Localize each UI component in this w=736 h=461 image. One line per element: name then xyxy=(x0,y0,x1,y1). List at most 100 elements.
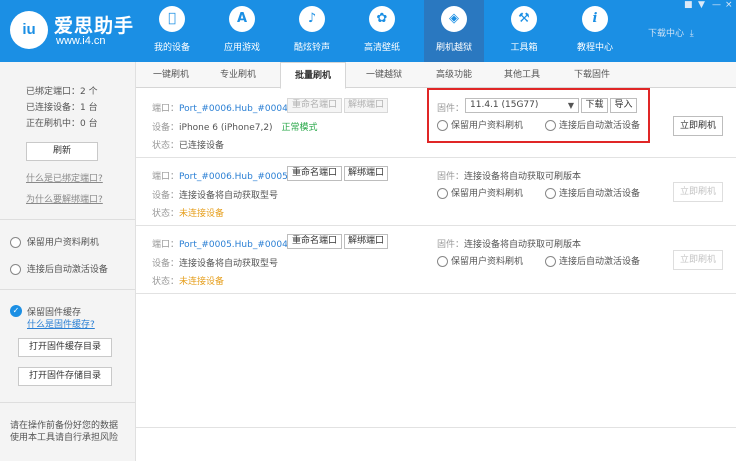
radio-icon[interactable] xyxy=(437,256,448,267)
download-center-label: 下载中心 xyxy=(648,29,685,39)
tab-jailbreak[interactable]: 一键越狱 xyxy=(352,62,416,88)
tab-pro-flash[interactable]: 专业刷机 xyxy=(208,62,268,88)
nav-label: 教程中心 xyxy=(576,43,613,53)
firmware-label: 固件： xyxy=(437,172,465,182)
app-title: 爱思助手 xyxy=(54,15,135,37)
radio-icon[interactable] xyxy=(545,256,556,267)
divider xyxy=(0,219,135,220)
device-model: 连接设备将自动获取型号 xyxy=(179,191,279,201)
nav-tutorials[interactable]: i 教程中心 xyxy=(565,0,625,62)
option-keep-data[interactable]: 保留用户资料刷机 xyxy=(437,186,523,199)
tools-icon: ⚒ xyxy=(511,6,537,32)
tab-advanced[interactable]: 高级功能 xyxy=(424,62,484,88)
open-storage-folder-button[interactable]: 打开固件存储目录 xyxy=(18,367,112,386)
bell-icon: ♪ xyxy=(299,6,325,32)
option-label: 保留用户资料刷机 xyxy=(451,189,524,199)
nav-label: 我的设备 xyxy=(153,43,190,53)
dropbox-icon: ◈ xyxy=(441,6,467,32)
tab-download-firmware[interactable]: 下载固件 xyxy=(562,62,622,88)
radio-icon[interactable] xyxy=(545,188,556,199)
tab-one-click-flash[interactable]: 一键刷机 xyxy=(142,62,200,88)
tab-other-tools[interactable]: 其他工具 xyxy=(492,62,552,88)
status-label: 状态： xyxy=(152,141,180,151)
option-label: 连接后自动激活设备 xyxy=(559,189,641,199)
status-line: 状态：未连接设备 xyxy=(152,206,224,219)
nav-label: 高清壁纸 xyxy=(363,43,400,53)
status-label: 状态： xyxy=(152,209,180,219)
flower-icon: ✿ xyxy=(369,6,395,32)
download-center-button[interactable]: 下载中心 ⤓ xyxy=(648,26,694,39)
device-model: 连接设备将自动获取型号 xyxy=(179,259,279,269)
option-keep-data[interactable]: 保留用户资料刷机 xyxy=(437,254,523,267)
status-value: 未连接设备 xyxy=(179,277,225,287)
logo-icon: iu xyxy=(10,11,48,49)
option-label: 保留用户资料刷机 xyxy=(26,238,99,248)
device-model: iPhone 6 (iPhone7,2) xyxy=(179,123,273,133)
close-icon[interactable]: × xyxy=(725,0,733,10)
port-name: Port_#0006.Hub_#0004 xyxy=(179,104,288,114)
highlight-box xyxy=(427,88,650,143)
unbind-port-button[interactable]: 解绑端口 xyxy=(344,166,388,181)
flash-now-button[interactable]: 立即刷机 xyxy=(673,116,723,136)
status-value: 已连接设备 xyxy=(179,141,225,151)
flash-now-button[interactable]: 立即刷机 xyxy=(673,182,723,202)
port-name: Port_#0005.Hub_#0004 xyxy=(179,240,288,250)
nav-label: 酷炫铃声 xyxy=(293,43,330,53)
divider xyxy=(136,225,736,226)
firmware-value: 连接设备将自动获取可刷版本 xyxy=(464,240,582,250)
link-why-unbind-port[interactable]: 为什么要解绑端口? xyxy=(26,192,103,205)
flashing-count: 正在刷机中：0 台 xyxy=(26,119,98,129)
nav-label: 工具箱 xyxy=(510,43,538,53)
option-auto-activate[interactable]: 连接后自动激活设备 xyxy=(545,186,640,199)
port-line: 端口：Port_#0006.Hub_#0004 xyxy=(152,101,288,114)
firmware-line: 固件：连接设备将自动获取可刷版本 xyxy=(437,237,581,250)
firmware-value: 连接设备将自动获取可刷版本 xyxy=(464,172,582,182)
rename-port-button[interactable]: 重命名端口 xyxy=(287,166,342,181)
footer-warning-2: 使用本工具请自行承担风险 xyxy=(10,433,119,443)
link-what-cache[interactable]: 什么是固件缓存? xyxy=(27,317,95,330)
option-keep-data[interactable]: 保留用户资料刷机 xyxy=(10,235,99,248)
tab-bar: 一键刷机 专业刷机 批量刷机 一键越狱 高级功能 其他工具 下载固件 xyxy=(136,62,736,89)
divider xyxy=(136,157,736,158)
device-label: 设备： xyxy=(152,123,180,133)
status-label: 状态： xyxy=(152,277,180,287)
option-label: 连接后自动激活设备 xyxy=(559,257,641,267)
minimize-icon[interactable]: ▼ xyxy=(698,0,705,10)
nav-apps-games[interactable]: A 应用游戏 xyxy=(212,0,272,62)
port-label: 端口： xyxy=(152,104,180,114)
refresh-button[interactable]: 刷新 xyxy=(26,142,98,161)
nav-ringtones[interactable]: ♪ 酷炫铃声 xyxy=(282,0,342,62)
checked-icon[interactable]: ✓ xyxy=(10,305,22,317)
rename-port-button[interactable]: 重命名端口 xyxy=(287,234,342,249)
nav-flash-jailbreak[interactable]: ◈ 刷机越狱 xyxy=(424,0,484,62)
unbind-port-button[interactable]: 解绑端口 xyxy=(344,98,388,113)
port-label: 端口： xyxy=(152,172,180,182)
rename-port-button[interactable]: 重命名端口 xyxy=(287,98,342,113)
link-what-bound-port[interactable]: 什么是已绑定端口? xyxy=(26,171,103,184)
device-line: 设备：连接设备将自动获取型号 xyxy=(152,188,278,201)
flash-now-button[interactable]: 立即刷机 xyxy=(673,250,723,270)
app-url: www.i4.cn xyxy=(56,35,106,47)
nav-my-device[interactable]:  我的设备 xyxy=(142,0,202,62)
option-label: 连接后自动激活设备 xyxy=(26,265,108,275)
divider xyxy=(0,289,135,290)
radio-icon[interactable] xyxy=(437,188,448,199)
download-icon: ⤓ xyxy=(686,29,694,39)
open-cache-folder-button[interactable]: 打开固件缓存目录 xyxy=(18,338,112,357)
bound-ports-count: 已绑定端口：2 个 xyxy=(26,87,98,97)
restore-icon[interactable]: — xyxy=(712,0,721,10)
port-line: 端口：Port_#0005.Hub_#0004 xyxy=(152,237,288,250)
option-auto-activate[interactable]: 连接后自动激活设备 xyxy=(545,254,640,267)
connected-devices-count: 已连接设备：1 台 xyxy=(26,103,98,113)
radio-icon[interactable] xyxy=(10,264,21,275)
menu-icon[interactable]: ■ xyxy=(684,0,693,10)
unbind-port-button[interactable]: 解绑端口 xyxy=(344,234,388,249)
option-auto-activate[interactable]: 连接后自动激活设备 xyxy=(10,262,108,275)
nav-label: 刷机越狱 xyxy=(435,43,472,53)
port-name: Port_#0006.Hub_#0005 xyxy=(179,172,288,182)
radio-icon[interactable] xyxy=(10,237,21,248)
nav-toolbox[interactable]: ⚒ 工具箱 xyxy=(494,0,554,62)
apple-icon:  xyxy=(159,6,185,32)
nav-wallpapers[interactable]: ✿ 高清壁纸 xyxy=(352,0,412,62)
tab-batch-flash[interactable]: 批量刷机 xyxy=(280,62,346,89)
